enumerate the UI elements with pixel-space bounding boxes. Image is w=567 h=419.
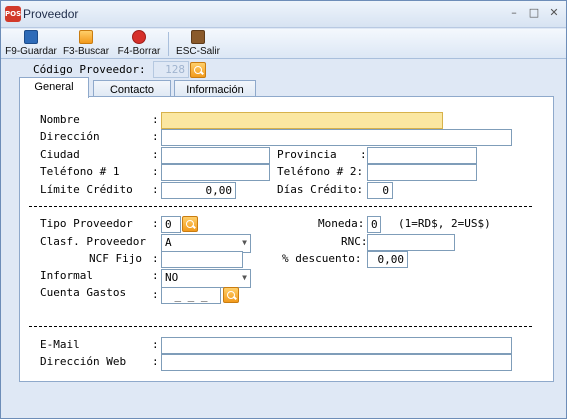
save-button-label: F9-Guardar [5, 46, 57, 57]
colon: : [152, 217, 159, 230]
cuenta-gastos-search-icon[interactable] [223, 287, 239, 303]
provincia-field[interactable] [367, 147, 477, 164]
save-button[interactable]: F9-Guardar [5, 29, 57, 59]
colon: : [152, 288, 159, 301]
clasf-proveedor-label: Clasf. Proveedor [40, 235, 146, 248]
telefono1-field[interactable] [161, 164, 270, 181]
telefono2-field[interactable] [367, 164, 477, 181]
rnc-field[interactable] [367, 234, 455, 251]
dias-credito-label: Días Crédito: [277, 183, 364, 196]
tipo-proveedor-field[interactable]: 0 [161, 216, 181, 233]
colon: : [152, 269, 159, 282]
colon: : [152, 165, 159, 178]
ncf-fijo-label: NCF Fijo [89, 252, 142, 265]
nombre-field[interactable] [161, 112, 443, 129]
colon: : [152, 252, 159, 265]
colon: : [152, 355, 159, 368]
status-bar [2, 398, 565, 418]
search-button-label: F3-Buscar [62, 46, 110, 57]
ncf-fijo-field[interactable] [161, 251, 243, 268]
delete-icon [132, 30, 146, 44]
nombre-label: Nombre [40, 113, 80, 126]
rnc-label: RNC: [341, 235, 368, 248]
tipo-proveedor-label: Tipo Proveedor [40, 217, 133, 230]
direccion-label: Dirección [40, 130, 100, 143]
descuento-label: % descuento: [282, 252, 362, 265]
colon: : [152, 338, 159, 351]
window-title: Proveedor [23, 7, 79, 21]
provincia-label: Provincia [277, 148, 337, 161]
section-separator [29, 206, 532, 207]
proveedor-window: POS Proveedor – □ ✕ F9-Guardar F3-Buscar… [0, 0, 567, 419]
email-label: E-Mail [40, 338, 80, 351]
floppy-icon [24, 30, 38, 44]
moneda-field[interactable]: 0 [367, 216, 381, 233]
title-bar: POS Proveedor – □ ✕ [1, 1, 566, 28]
limite-credito-label: Límite Crédito [40, 183, 133, 196]
clasf-proveedor-value: A [165, 236, 172, 249]
maximize-button[interactable]: □ [525, 5, 543, 21]
moneda-label: Moneda: [318, 217, 365, 230]
codigo-search-icon[interactable] [190, 62, 206, 78]
app-logo-icon: POS [5, 6, 21, 22]
colon: : [152, 130, 159, 143]
minimize-button[interactable]: – [505, 5, 523, 21]
toolbar-separator [168, 32, 169, 56]
search-icon [79, 30, 93, 44]
tab-general[interactable]: General [19, 77, 89, 98]
toolbar: F9-Guardar F3-Buscar F4-Borrar ESC-Salir [1, 29, 566, 59]
delete-button-label: F4-Borrar [117, 46, 161, 57]
email-field[interactable] [161, 337, 512, 354]
ciudad-label: Ciudad [40, 148, 80, 161]
descuento-field[interactable]: 0,00 [367, 251, 408, 268]
colon: : [360, 148, 367, 161]
moneda-hint: (1=RD$, 2=US$) [398, 217, 491, 230]
direccion-web-field[interactable] [161, 354, 512, 371]
limite-credito-field[interactable]: 0,00 [161, 182, 236, 199]
exit-button-label: ESC-Salir [176, 46, 220, 57]
direccion-field[interactable] [161, 129, 512, 146]
colon: : [152, 148, 159, 161]
cuenta-gastos-label: Cuenta Gastos [40, 286, 127, 299]
colon: : [152, 183, 159, 196]
close-button[interactable]: ✕ [545, 5, 563, 21]
tipo-proveedor-search-icon[interactable] [182, 216, 198, 232]
exit-door-icon [191, 30, 205, 44]
telefono1-label: Teléfono # 1 [40, 165, 120, 178]
cuenta-gastos-field[interactable]: _ _ _ [161, 287, 221, 304]
exit-button[interactable]: ESC-Salir [175, 29, 221, 59]
delete-button[interactable]: F4-Borrar [115, 29, 163, 59]
informal-label: Informal [40, 269, 93, 282]
search-button[interactable]: F3-Buscar [61, 29, 111, 59]
ciudad-field[interactable] [161, 147, 270, 164]
informal-value: NO [165, 271, 179, 284]
direccion-web-label: Dirección Web [40, 355, 127, 368]
informal-select[interactable]: NO ▼ [161, 269, 251, 288]
chevron-down-icon: ▼ [242, 238, 247, 247]
dias-credito-field[interactable]: 0 [367, 182, 393, 199]
codigo-proveedor-field: 128 [153, 61, 189, 78]
colon: : [152, 113, 159, 126]
telefono2-label: Teléfono # 2: [277, 165, 364, 178]
section-separator [29, 326, 532, 327]
chevron-down-icon: ▼ [242, 273, 247, 282]
codigo-proveedor-label: Código Proveedor: [33, 63, 146, 76]
